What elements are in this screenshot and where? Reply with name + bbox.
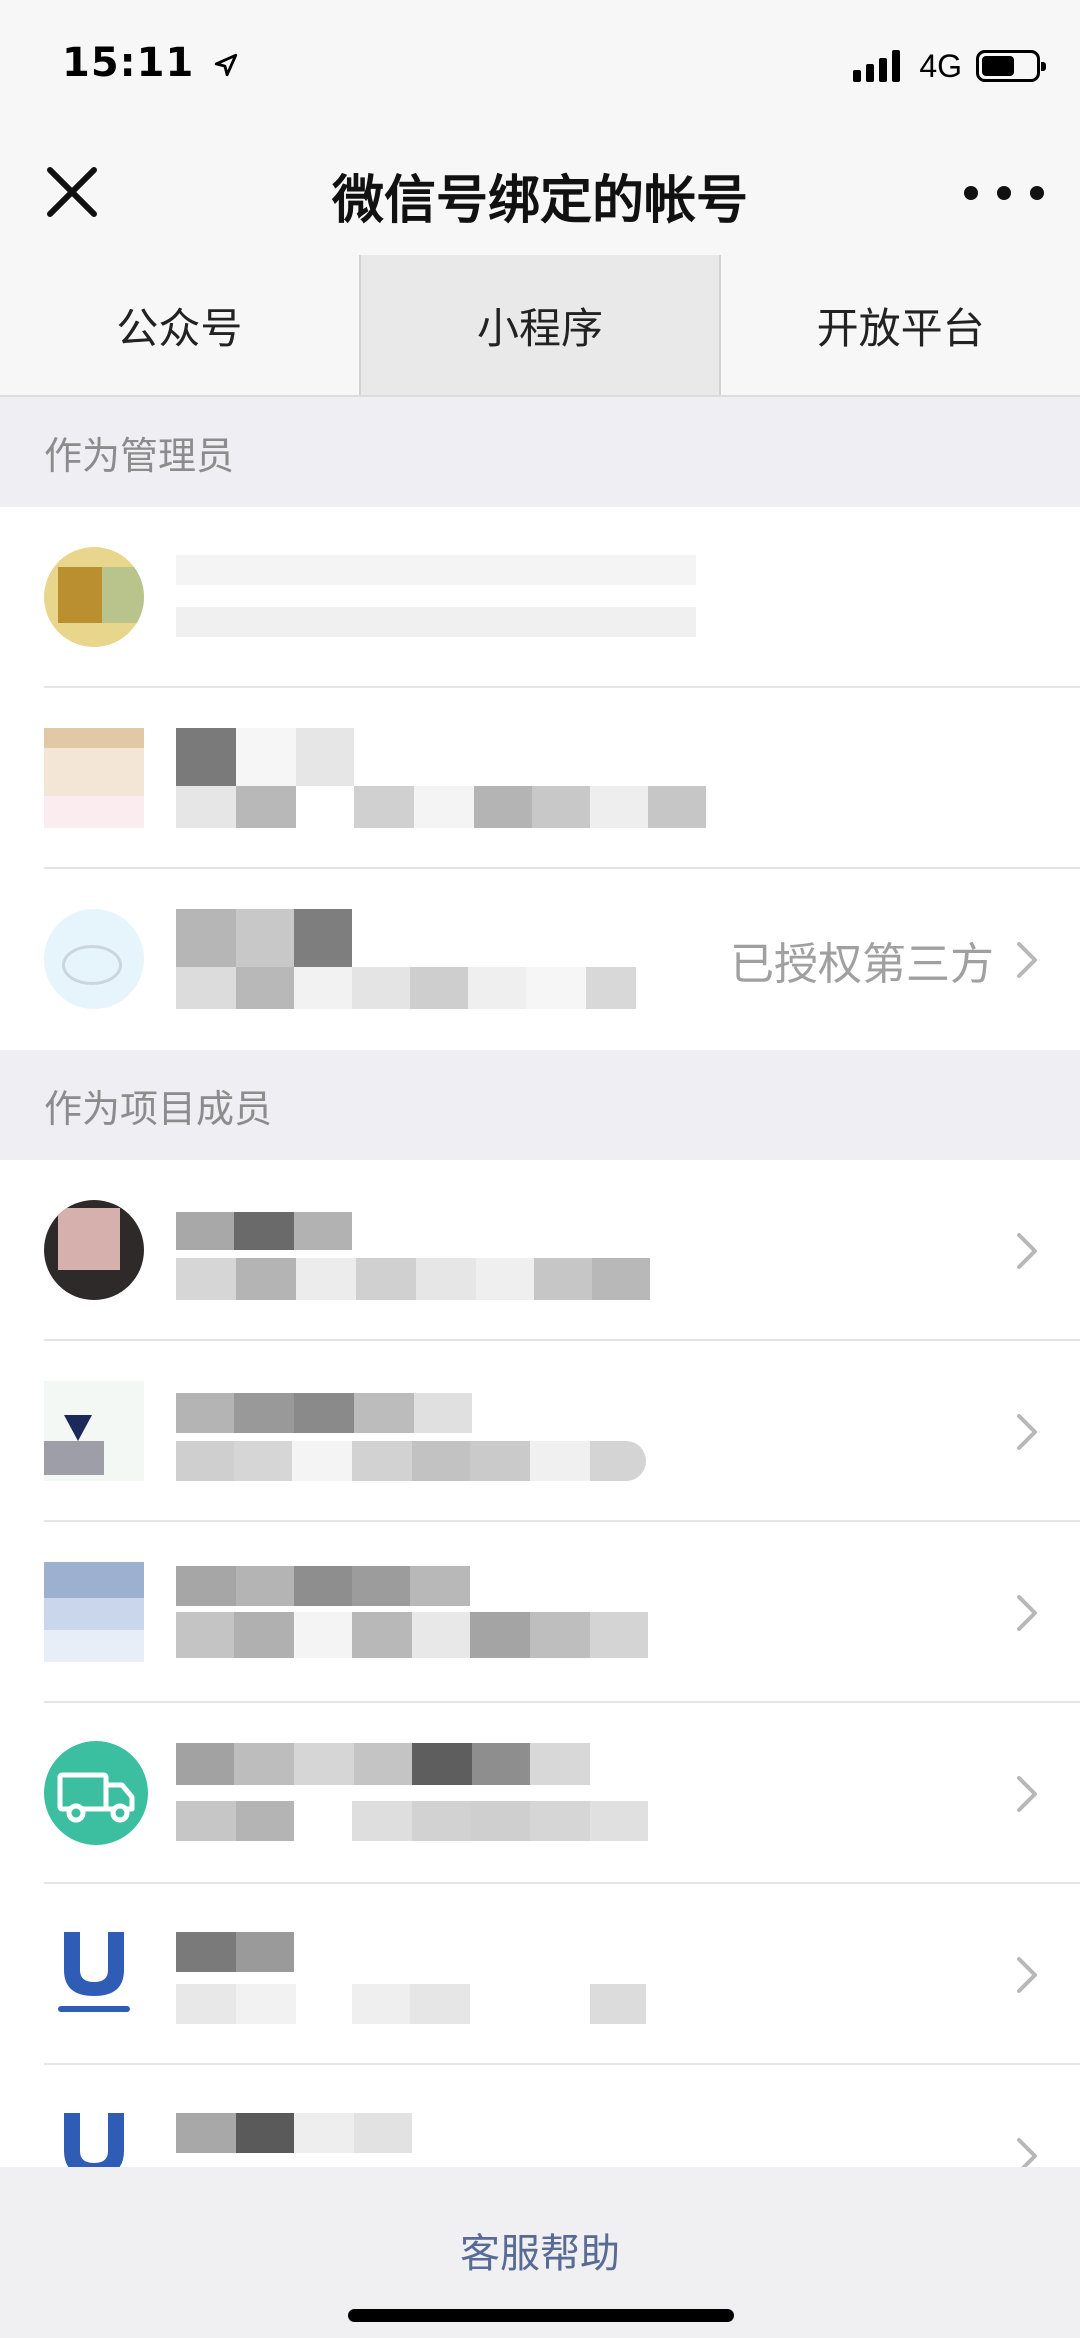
redacted-account-info [176, 1381, 706, 1481]
chevron-right-icon [1017, 1776, 1037, 1812]
redacted-account-info [176, 547, 706, 647]
authorized-third-party-label: 已授权第三方 [730, 938, 994, 990]
redacted-account-info [176, 1200, 706, 1300]
admin-list: 已授权第三方 [0, 507, 1080, 1050]
list-item[interactable] [0, 1703, 1080, 1884]
avatar [44, 1381, 144, 1481]
avatar [44, 547, 144, 647]
chevron-right-icon [1017, 1233, 1037, 1269]
tab-mini-programs[interactable]: 小程序 [358, 255, 722, 395]
list-item[interactable] [0, 1884, 1080, 2065]
more-button[interactable] [964, 168, 1044, 218]
chevron-right-icon [1017, 1414, 1037, 1450]
unilever-logo-icon [58, 1932, 130, 2012]
location-arrow-icon [215, 53, 238, 77]
list-item[interactable] [0, 1160, 1080, 1341]
redacted-account-info [176, 1562, 706, 1662]
tab-official-accounts[interactable]: 公众号 [0, 255, 359, 395]
section-header-member: 作为项目成员 [0, 1050, 1080, 1160]
chevron-right-icon [1017, 1957, 1037, 1993]
avatar [44, 1200, 144, 1300]
member-list [0, 1160, 1080, 2246]
customer-service-help-link[interactable]: 客服帮助 [0, 2221, 1080, 2279]
delivery-truck-icon [57, 1772, 135, 1823]
redacted-account-info [176, 909, 706, 1009]
avatar [44, 1562, 144, 1662]
page-title: 微信号绑定的帐号 [331, 171, 748, 231]
avatar [44, 1741, 148, 1845]
list-item[interactable] [0, 1522, 1080, 1703]
list-item[interactable] [0, 688, 1080, 869]
navigation-bar: 微信号绑定的帐号 [0, 130, 1080, 255]
status-bar: 15:11 4G [0, 0, 1080, 130]
more-icon [964, 186, 978, 200]
avatar [44, 909, 144, 1009]
avatar [44, 1924, 144, 2024]
chevron-right-icon [1017, 942, 1037, 978]
list-item[interactable] [0, 1341, 1080, 1522]
list-item[interactable]: 已授权第三方 [0, 869, 1080, 1050]
bottom-bar: 客服帮助 [0, 2167, 1080, 2338]
chevron-right-icon [1017, 1595, 1037, 1631]
section-header-admin: 作为管理员 [0, 397, 1080, 507]
redacted-account-info [176, 1743, 706, 1843]
status-indicators: 4G [853, 46, 1046, 86]
tab-bar: 公众号 小程序 开放平台 [0, 255, 1080, 397]
network-type: 4G [919, 47, 962, 84]
battery-icon [976, 50, 1046, 82]
home-indicator[interactable] [348, 2309, 734, 2322]
list-item[interactable] [0, 507, 1080, 688]
signal-icon [853, 50, 905, 82]
avatar [44, 728, 144, 828]
status-time: 15:11 [62, 40, 239, 86]
tab-open-platform[interactable]: 开放平台 [721, 255, 1080, 395]
redacted-account-info [176, 728, 706, 828]
redacted-account-info [176, 1924, 706, 2024]
